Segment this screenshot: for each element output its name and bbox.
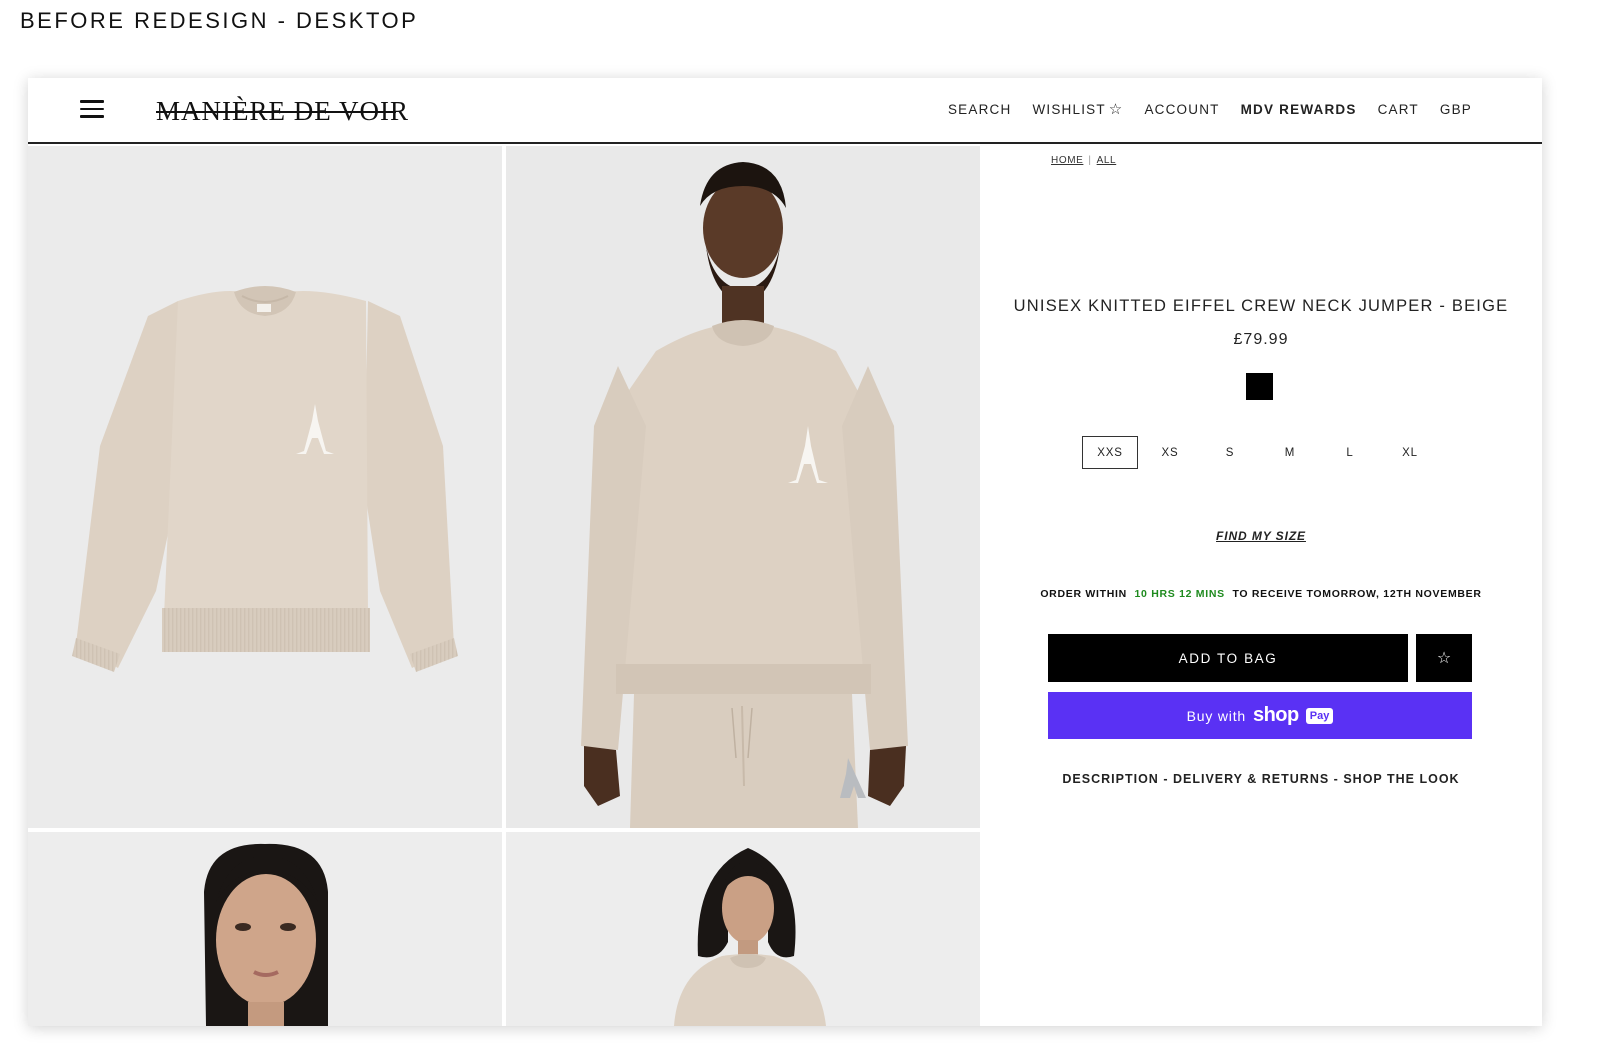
star-icon: ☆ <box>1108 101 1124 118</box>
delivery-timer: 10 HRS 12 MINS <box>1134 588 1225 600</box>
product-image-flatlay[interactable] <box>28 146 502 828</box>
nav-search[interactable]: SEARCH <box>948 102 1011 117</box>
product-details: HOME | ALL UNISEX KNITTED EIFFEL CREW NE… <box>980 146 1542 1026</box>
size-option-s[interactable]: S <box>1202 436 1258 469</box>
size-option-xxs[interactable]: XXS <box>1082 436 1138 469</box>
shop-pay-buy-with: Buy with <box>1186 707 1246 724</box>
nav-account[interactable]: ACCOUNT <box>1144 102 1219 117</box>
breadcrumb-separator: | <box>1088 155 1092 166</box>
product-image-model-female[interactable] <box>506 832 980 1026</box>
shop-pay-logo: shop <box>1252 704 1299 726</box>
nav-cart[interactable]: CART <box>1378 102 1419 117</box>
brand-logo[interactable]: MANIÈRE DE VOIR <box>156 94 408 128</box>
menu-icon[interactable] <box>80 100 104 120</box>
description-link[interactable]: DESCRIPTION <box>1062 772 1158 786</box>
color-swatch[interactable] <box>1246 373 1273 400</box>
breadcrumb-home[interactable]: HOME <box>1051 155 1083 166</box>
page-caption: BEFORE REDESIGN - DESKTOP <box>20 8 419 33</box>
link-separator: - <box>1333 772 1339 786</box>
size-option-l[interactable]: L <box>1322 436 1378 469</box>
link-separator: - <box>1163 772 1169 786</box>
product-image-model-female-closeup[interactable] <box>28 832 502 1026</box>
size-selector: XXS XS S M L XL <box>1082 436 1438 469</box>
size-option-m[interactable]: M <box>1262 436 1318 469</box>
delivery-countdown: ORDER WITHIN 10 HRS 12 MINS TO RECEIVE T… <box>980 588 1542 600</box>
find-my-size-link[interactable]: FIND MY SIZE <box>980 529 1542 543</box>
delivery-prefix: ORDER WITHIN <box>1040 588 1127 600</box>
site-header: MANIÈRE DE VOIR SEARCH WISHLIST ☆ ACCOUN… <box>28 78 1542 144</box>
browser-page: MANIÈRE DE VOIR SEARCH WISHLIST ☆ ACCOUN… <box>28 78 1542 1026</box>
shop-pay-badge: Pay <box>1305 707 1334 724</box>
star-icon: ☆ <box>1436 650 1452 667</box>
nav-wishlist[interactable]: WISHLIST ☆ <box>1032 102 1123 117</box>
product-price: £79.99 <box>1233 331 1289 348</box>
shop-the-look-link[interactable]: SHOP THE LOOK <box>1343 772 1459 786</box>
size-option-xl[interactable]: XL <box>1382 436 1438 469</box>
nav-wishlist-label: WISHLIST <box>1032 102 1106 117</box>
delivery-suffix: TO RECEIVE TOMORROW, 12TH NOVEMBER <box>1232 588 1482 600</box>
size-option-xs[interactable]: XS <box>1142 436 1198 469</box>
shop-pay-button[interactable]: Buy with shop Pay <box>1048 692 1472 739</box>
product-gallery <box>28 146 980 1026</box>
main-nav: SEARCH WISHLIST ☆ ACCOUNT MDV REWARDS CA… <box>948 102 1472 117</box>
breadcrumb: HOME | ALL <box>1051 155 1116 166</box>
add-to-bag-button[interactable]: ADD TO BAG <box>1048 634 1408 682</box>
nav-currency[interactable]: GBP <box>1440 102 1472 117</box>
product-image-model-male[interactable] <box>506 146 980 828</box>
product-info-links: DESCRIPTION - DELIVERY & RETURNS - SHOP … <box>980 772 1542 786</box>
delivery-returns-link[interactable]: DELIVERY & RETURNS <box>1173 772 1329 786</box>
product-title: UNISEX KNITTED EIFFEL CREW NECK JUMPER -… <box>1013 297 1509 315</box>
breadcrumb-all[interactable]: ALL <box>1097 155 1117 166</box>
nav-rewards[interactable]: MDV REWARDS <box>1241 102 1357 117</box>
add-to-wishlist-button[interactable]: ☆ <box>1416 634 1472 682</box>
